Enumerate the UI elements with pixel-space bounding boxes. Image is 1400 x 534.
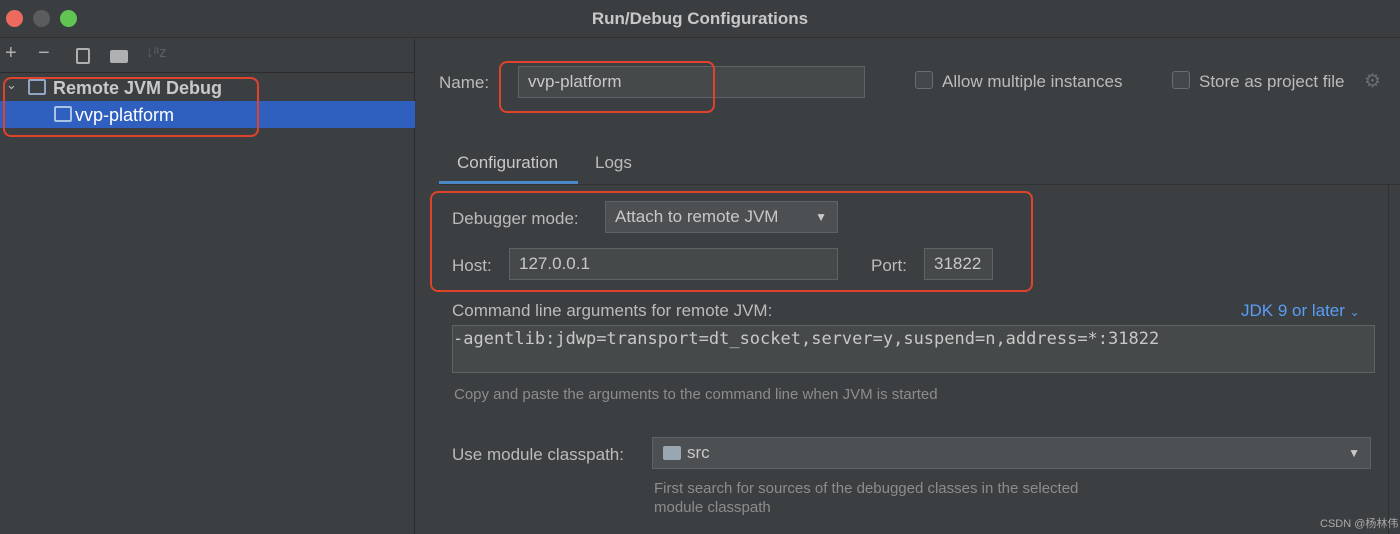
allow-multiple-label: Allow multiple instances (942, 72, 1123, 91)
allow-multiple-checkbox[interactable] (915, 71, 933, 89)
dropdown-arrow-icon: ▼ (1348, 446, 1360, 460)
highlight-box-connection (430, 191, 1033, 292)
classpath-hint-line-1: First search for sources of the debugged… (654, 480, 1079, 497)
store-project-label: Store as project file (1199, 72, 1345, 91)
classpath-value: src (687, 443, 710, 462)
classpath-hint-line-2: module classpath (654, 499, 771, 516)
tab-configuration[interactable]: Configuration (457, 153, 558, 173)
watermark: CSDN @杨林伟 (1320, 518, 1399, 530)
tab-logs[interactable]: Logs (595, 153, 632, 173)
classpath-select[interactable]: src ▼ (652, 437, 1371, 469)
chevron-down-icon: ⌄ (1349, 305, 1360, 319)
highlight-box-name (499, 61, 715, 113)
new-folder-icon[interactable] (110, 50, 128, 63)
add-icon[interactable]: + (5, 42, 17, 65)
name-label: Name: (439, 73, 490, 92)
jdk-version-text: JDK 9 or later (1241, 301, 1345, 320)
jdk-version-link[interactable]: JDK 9 or later ⌄ (1241, 301, 1360, 321)
cmd-args-label: Command line arguments for remote JVM: (452, 301, 773, 320)
copy-icon[interactable] (76, 48, 90, 64)
store-project-checkbox[interactable] (1172, 71, 1190, 89)
folder-icon (663, 446, 681, 460)
cmd-args-hint: Copy and paste the arguments to the comm… (454, 386, 938, 403)
gear-icon[interactable]: ⚙ (1364, 70, 1381, 93)
highlight-box-tree (3, 77, 259, 137)
cmd-args-field[interactable]: -agentlib:jdwp=transport=dt_socket,serve… (452, 325, 1375, 373)
remove-icon[interactable]: − (38, 42, 50, 65)
window-title: Run/Debug Configurations (591, 9, 809, 28)
sort-icon[interactable]: ↓ᵃz (146, 44, 167, 61)
classpath-label: Use module classpath: (452, 445, 624, 464)
